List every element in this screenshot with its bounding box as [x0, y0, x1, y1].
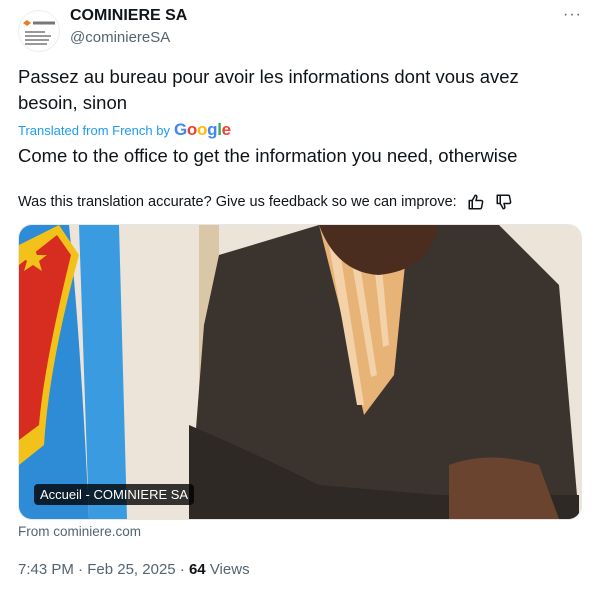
feedback-prompt: Was this translation accurate? Give us f… [18, 194, 457, 210]
more-options-icon[interactable]: ··· [563, 6, 582, 24]
tweet-time[interactable]: 7:43 PM [18, 561, 74, 578]
drc-flag-icon [19, 225, 127, 519]
views-label: Views [209, 561, 250, 578]
card-title: Accueil - COMINIERE SA [34, 484, 195, 505]
logo-text-lines [25, 31, 53, 47]
translated-from-label: Translated from French by [18, 122, 170, 138]
translation-text: Come to the office to get the informatio… [18, 145, 518, 166]
avatar[interactable] [18, 10, 60, 52]
translated-from-link[interactable]: Translated from French by Google [18, 120, 231, 140]
tweet-text: Passez au bureau pour avoir les informat… [18, 66, 519, 113]
meta-separator: · [78, 561, 84, 578]
card-source[interactable]: From cominiere.com [18, 524, 141, 539]
google-logo: Google [173, 120, 231, 139]
tweet-header: COMINIERE SA @cominiereSA ··· [18, 4, 590, 54]
tweet-meta: 7:43 PM · Feb 25, 2025 · 64 Views [18, 561, 250, 578]
card-image [19, 225, 581, 519]
views-count: 64 [188, 561, 206, 578]
meta-separator-2: · [179, 561, 185, 578]
thumbs-down-icon[interactable] [495, 193, 513, 211]
account-name[interactable]: COMINIERE SA [70, 7, 187, 25]
thumbs-up-icon[interactable] [467, 193, 485, 211]
link-card[interactable]: Accueil - COMINIERE SA [18, 224, 582, 520]
cominiere-logo-icon [23, 20, 55, 26]
translation-feedback: Was this translation accurate? Give us f… [18, 193, 513, 211]
tweet-date[interactable]: Feb 25, 2025 [87, 561, 175, 578]
account-handle[interactable]: @cominiereSA [70, 29, 170, 46]
